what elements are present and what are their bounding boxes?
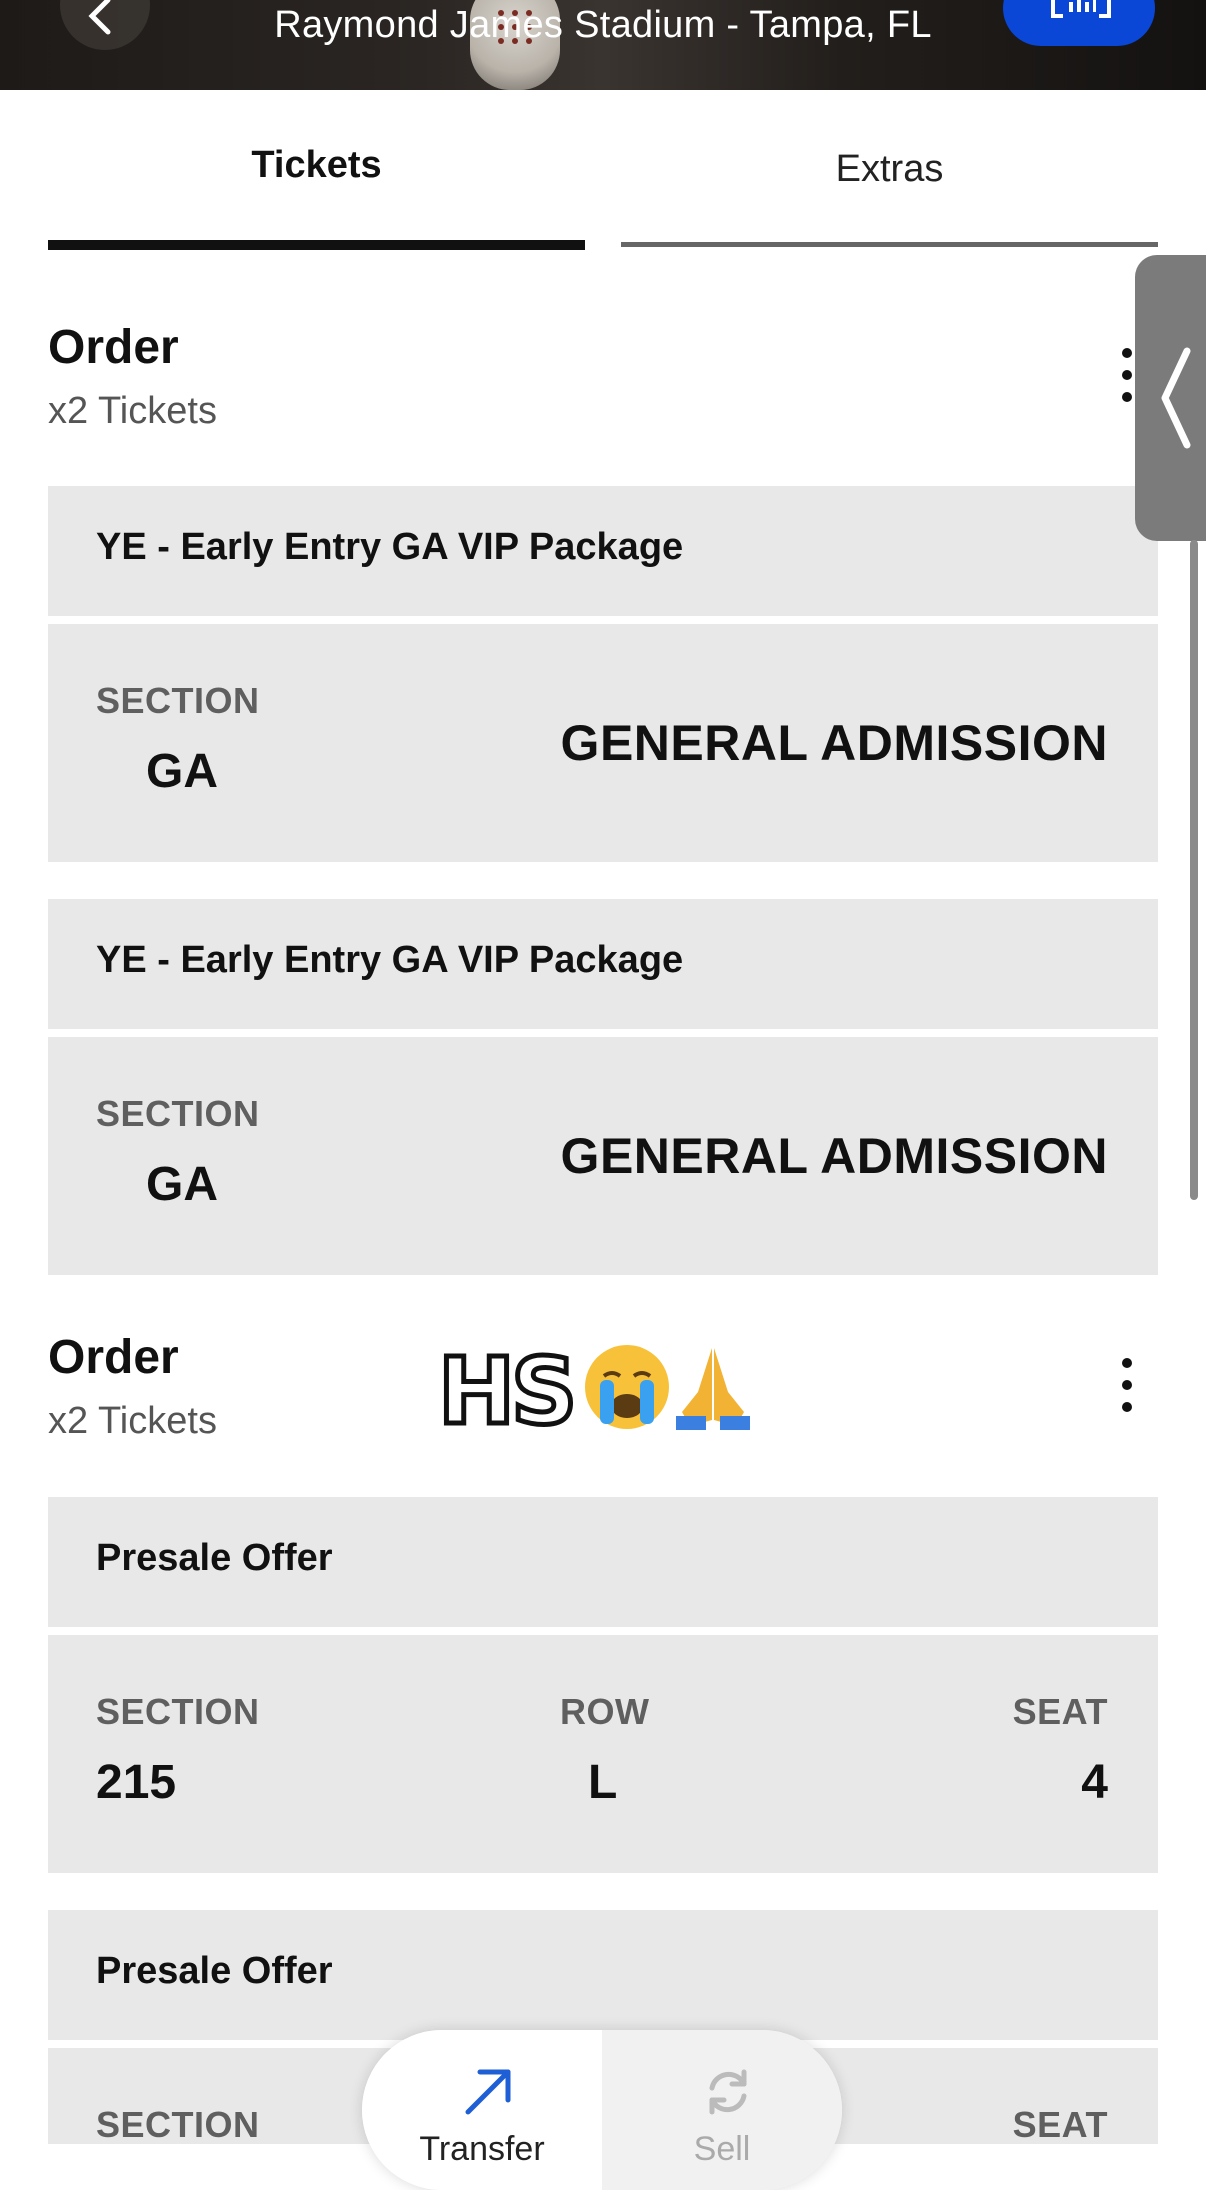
scan-barcode-button[interactable] <box>1003 0 1155 46</box>
section-label: SECTION <box>96 1691 260 1732</box>
tab-extras[interactable]: Extras <box>621 140 1158 250</box>
side-panel-handle[interactable] <box>1135 255 1206 541</box>
section-label: SECTION <box>96 1093 260 1134</box>
package-name: Presale Offer <box>96 1950 333 1992</box>
ticket-package-header[interactable]: YE - Early Entry GA VIP Package <box>48 899 1158 1029</box>
section-value: GA <box>146 745 218 798</box>
package-name: YE - Early Entry GA VIP Package <box>96 939 684 981</box>
ticket-actions-bar: Transfer Sell <box>362 2030 842 2190</box>
tab-tickets-label: Tickets <box>251 144 382 186</box>
transfer-label: Transfer <box>419 2130 545 2168</box>
tab-tickets[interactable]: Tickets <box>48 140 585 250</box>
sticker-text: HS <box>435 1336 579 1448</box>
sell-label: Sell <box>693 2130 751 2168</box>
ticket-package-header[interactable]: YE - Early Entry GA VIP Package <box>48 486 1158 616</box>
order-ticket-count: x2 Tickets <box>48 1400 217 1442</box>
arrow-up-right-icon <box>465 2069 511 2115</box>
section-label: SECTION <box>96 2104 260 2145</box>
order-ticket-count: x2 Tickets <box>48 390 217 432</box>
ticket-package-header[interactable]: Presale Offer <box>48 1910 1158 2040</box>
sell-button[interactable]: Sell <box>602 2030 842 2190</box>
ticket-details[interactable]: SECTION GA GENERAL ADMISSION <box>48 624 1158 862</box>
scrollbar[interactable] <box>1190 540 1198 1200</box>
order-title: Order <box>48 1331 179 1384</box>
section-value: GA <box>146 1158 218 1211</box>
package-name: Presale Offer <box>96 1537 333 1579</box>
tab-extras-label: Extras <box>835 148 944 190</box>
ticket-package-header[interactable]: Presale Offer <box>48 1497 1158 1627</box>
refresh-icon <box>709 2069 747 2115</box>
chevron-left-icon <box>1161 347 1191 449</box>
admission-type: GENERAL ADMISSION <box>560 715 1108 771</box>
tab-indicator <box>621 242 1158 247</box>
seat-value: 4 <box>1081 1756 1108 1809</box>
section-label: SECTION <box>96 680 260 721</box>
more-options-icon[interactable] <box>1120 1358 1134 1414</box>
seat-label: SEAT <box>1012 1691 1108 1732</box>
order-header: Order x2 Tickets <box>48 320 1158 440</box>
admission-type: GENERAL ADMISSION <box>560 1128 1108 1184</box>
event-header: Raymond James Stadium - Tampa, FL <box>0 0 1206 90</box>
section-value: 215 <box>96 1756 177 1809</box>
row-label: ROW <box>560 1691 650 1732</box>
seat-label: SEAT <box>1012 2104 1108 2145</box>
active-tab-indicator <box>48 240 585 250</box>
more-options-icon[interactable] <box>1120 348 1134 404</box>
order-title: Order <box>48 321 179 374</box>
package-name: YE - Early Entry GA VIP Package <box>96 526 684 568</box>
crying-face-icon <box>585 1345 669 1429</box>
row-value: L <box>588 1756 618 1809</box>
transfer-button[interactable]: Transfer <box>362 2030 602 2190</box>
folded-hands-icon <box>676 1348 750 1430</box>
ticket-details[interactable]: SECTION GA GENERAL ADMISSION <box>48 1037 1158 1275</box>
ticket-details[interactable]: SECTION 215 ROW L SEAT 4 <box>48 1635 1158 1873</box>
barcode-icon <box>1051 0 1111 18</box>
